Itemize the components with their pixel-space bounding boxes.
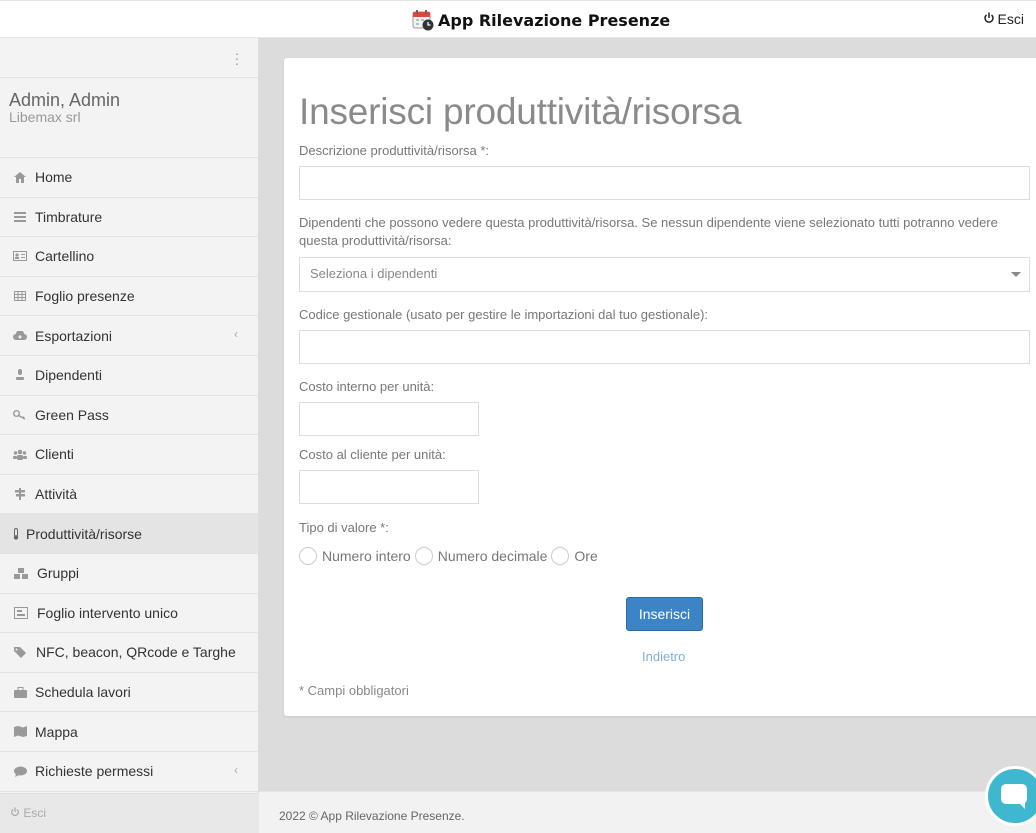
sidebar-logout-button[interactable]: Esci	[0, 793, 259, 833]
user-info: Admin, Admin Libemax srl	[0, 78, 258, 158]
chat-icon	[1001, 784, 1027, 804]
users-icon	[13, 448, 27, 460]
signpost-icon	[13, 488, 27, 501]
chevron-left-icon: ‹	[234, 762, 238, 777]
sidebar-item-green-pass[interactable]: Green Pass	[0, 396, 258, 436]
radio-ore[interactable]	[551, 547, 570, 565]
caret-down-icon	[1011, 272, 1021, 277]
chat-icon-tail	[1018, 802, 1025, 809]
sidebar-toggle-bar: · · ·	[0, 38, 258, 78]
thermometer-icon	[12, 527, 20, 540]
value-type-options: Numero intero Numero decimale Ore	[299, 547, 602, 565]
radio-numero-intero[interactable]	[299, 547, 317, 565]
form-icon	[13, 606, 29, 619]
form-panel: Inserisci produttività/risorsa Descrizio…	[284, 58, 1036, 716]
sidebar-item-esportazioni[interactable]: Esportazioni ‹	[0, 316, 258, 356]
top-bar: App Rilevazione Presenze Esci	[0, 0, 1036, 38]
sidebar-item-foglio-presenze[interactable]: Foglio presenze	[0, 277, 258, 317]
sidebar-item-label: Schedula lavori	[35, 684, 131, 701]
user-name: Admin, Admin	[9, 90, 121, 110]
sidebar-item-label: Produttività/risorse	[26, 525, 142, 542]
power-icon	[983, 11, 995, 27]
cubes-icon	[13, 567, 29, 579]
sidebar-item-home[interactable]: Home	[0, 158, 258, 198]
client-cost-label: Costo al cliente per unità:	[299, 447, 446, 462]
comment-icon	[13, 765, 27, 777]
app-title: App Rilevazione Presenze	[438, 10, 671, 30]
radio-label-ore: Ore	[574, 548, 598, 564]
chat-widget-button[interactable]	[985, 766, 1036, 826]
sidebar-item-mappa[interactable]: Mappa	[0, 712, 258, 752]
page-title: Inserisci produttività/risorsa	[299, 91, 742, 132]
user-company: Libemax srl	[9, 109, 81, 125]
sidebar: · · · Admin, Admin Libemax srl Home Timbra…	[0, 38, 259, 833]
calendar-clock-icon	[412, 9, 434, 31]
table-icon	[13, 290, 27, 302]
description-label: Descrizione produttività/risorsa *:	[299, 143, 490, 158]
employees-select-placeholder: Seleziona i dipendenti	[310, 266, 438, 281]
key-icon	[13, 409, 27, 421]
internal-cost-label: Costo interno per unità:	[299, 379, 435, 394]
sidebar-item-label: Green Pass	[35, 406, 109, 423]
logout-button[interactable]: Esci	[983, 11, 1024, 27]
tags-icon	[13, 646, 28, 658]
sidebar-item-label: Dipendenti	[35, 367, 102, 384]
sidebar-item-timbrature[interactable]: Timbrature	[0, 198, 258, 238]
sidebar-item-foglio-intervento[interactable]: Foglio intervento unico	[0, 594, 258, 634]
submit-button[interactable]: Inserisci	[626, 597, 703, 631]
sidebar-item-cartellino[interactable]: Cartellino	[0, 237, 258, 277]
sidebar-item-label: Richieste permessi	[35, 763, 154, 780]
sidebar-item-label: Home	[35, 169, 73, 186]
sidebar-item-label: Foglio presenze	[35, 288, 135, 305]
sidebar-item-label: Clienti	[35, 446, 74, 463]
radio-label-numero-intero: Numero intero	[322, 548, 411, 564]
sidebar-item-label: Foglio intervento unico	[37, 604, 178, 621]
sidebar-item-nfc[interactable]: NFC, beacon, QRcode e Targhe	[0, 633, 258, 673]
client-cost-input[interactable]	[299, 470, 479, 504]
list-icon	[13, 211, 27, 223]
sidebar-item-label: Timbrature	[35, 208, 103, 225]
sidebar-item-label: NFC, beacon, QRcode e Targhe	[36, 644, 236, 661]
id-card-icon	[13, 250, 27, 262]
required-fields-note: * Campi obbligatori	[299, 683, 409, 698]
code-input[interactable]	[299, 330, 1030, 364]
sidebar-item-schedula-lavori[interactable]: Schedula lavori	[0, 673, 258, 713]
radio-numero-decimale[interactable]	[414, 547, 433, 565]
sidebar-item-label: Esportazioni	[35, 327, 113, 344]
home-icon	[13, 171, 27, 183]
back-link[interactable]: Indietro	[642, 649, 685, 664]
internal-cost-input[interactable]	[299, 402, 479, 436]
sidebar-item-dipendenti[interactable]: Dipendenti	[0, 356, 258, 396]
employees-label: Dipendenti che possono vedere questa pro…	[299, 215, 998, 248]
sidebar-logout-label: Esci	[23, 806, 47, 820]
cloud-download-icon	[13, 330, 27, 342]
sidebar-item-produttivita[interactable]: Produttività/risorse	[0, 514, 258, 554]
power-icon	[10, 806, 20, 820]
page-footer: 2022 © App Rilevazione Presenze.	[259, 791, 1036, 833]
more-vertical-icon[interactable]: · · ·	[234, 46, 240, 70]
briefcase-icon	[13, 686, 27, 698]
radio-label-numero-decimale: Numero decimale	[437, 548, 548, 564]
sidebar-item-attivita[interactable]: Attività	[0, 475, 258, 515]
value-type-label: Tipo di valore *:	[299, 520, 389, 535]
description-input[interactable]	[299, 166, 1030, 200]
sidebar-item-label: Cartellino	[35, 248, 95, 265]
sidebar-item-label: Gruppi	[37, 565, 80, 582]
sidebar-item-gruppi[interactable]: Gruppi	[0, 554, 258, 594]
user-icon	[13, 369, 27, 381]
copyright-text: 2022 © App Rilevazione Presenze.	[279, 809, 465, 823]
code-label: Codice gestionale (usato per gestire le …	[299, 307, 709, 322]
sidebar-item-richieste-permessi[interactable]: Richieste permessi ‹	[0, 752, 258, 792]
sidebar-menu: Home Timbrature Cartellino Foglio presen…	[0, 158, 258, 792]
employees-select[interactable]: Seleziona i dipendenti	[299, 257, 1030, 292]
sidebar-item-label: Attività	[35, 486, 78, 503]
chevron-left-icon: ‹	[234, 327, 238, 342]
map-icon	[13, 726, 27, 738]
logout-label: Esci	[997, 11, 1024, 27]
sidebar-item-clienti[interactable]: Clienti	[0, 435, 258, 475]
app-brand: App Rilevazione Presenze	[412, 9, 670, 31]
sidebar-item-label: Mappa	[35, 723, 78, 740]
